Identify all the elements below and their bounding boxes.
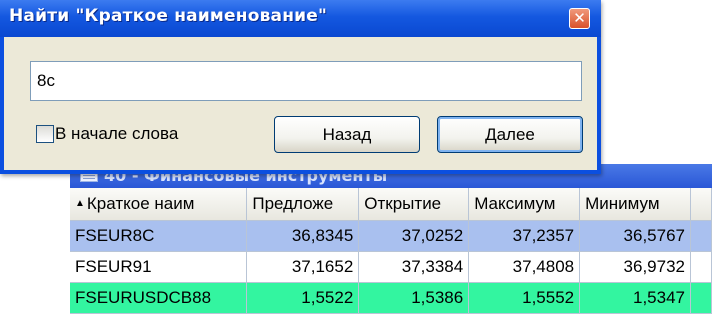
column-header-max[interactable]: Максимум — [468, 188, 581, 221]
cell-max: 37,2357 — [468, 220, 581, 252]
dialog-title: Найти "Краткое наименование" — [9, 6, 328, 26]
cell-min: 36,9732 — [579, 251, 691, 283]
close-button[interactable]: ✕ — [569, 8, 590, 29]
word-start-checkbox-label[interactable]: В начале слова — [55, 124, 178, 144]
word-start-checkbox[interactable] — [36, 125, 54, 143]
cell-short-name: FSEUR91 — [70, 251, 248, 283]
cell-extra — [690, 251, 712, 283]
table-row[interactable]: FSEURUSDCB88 1,5522 1,5386 1,5552 1,5347 — [70, 282, 712, 314]
cell-max: 37,4808 — [468, 251, 581, 283]
cell-short-name: FSEUR8C — [70, 220, 248, 252]
column-header-short-name[interactable]: Краткое наим — [70, 188, 248, 221]
column-header-bid[interactable]: Предложе — [246, 188, 360, 221]
cell-bid: 37,1652 — [246, 251, 360, 283]
close-icon: ✕ — [573, 9, 586, 27]
find-dialog: Найти "Краткое наименование" ✕ В начале … — [0, 0, 601, 174]
cell-bid: 36,8345 — [246, 220, 360, 252]
cell-short-name: FSEURUSDCB88 — [70, 282, 248, 314]
cell-min: 1,5347 — [579, 282, 691, 314]
cell-open: 1,5386 — [358, 282, 470, 314]
column-header-open[interactable]: Открытие — [358, 188, 470, 221]
search-input[interactable] — [30, 61, 582, 101]
instruments-table: Краткое наим Предложе Открытие Максимум … — [70, 188, 712, 314]
cell-max: 1,5552 — [468, 282, 581, 314]
cell-min: 36,5767 — [579, 220, 691, 252]
cell-bid: 1,5522 — [246, 282, 360, 314]
instruments-window: 40 - Финансовые инструменты Краткое наим… — [70, 150, 712, 314]
cell-open: 37,0252 — [358, 220, 470, 252]
dialog-titlebar[interactable]: Найти "Краткое наименование" ✕ — [0, 0, 601, 37]
table-row[interactable]: FSEUR8C 36,8345 37,0252 37,2357 36,5767 — [70, 220, 712, 252]
next-button[interactable]: Далее — [437, 116, 583, 153]
column-header-extra[interactable] — [690, 188, 712, 221]
table-row[interactable]: FSEUR91 37,1652 37,3384 37,4808 36,9732 — [70, 251, 712, 283]
cell-extra — [690, 220, 712, 252]
back-button[interactable]: Назад — [274, 116, 420, 153]
cell-open: 37,3384 — [358, 251, 470, 283]
column-header-min[interactable]: Минимум — [579, 188, 691, 221]
table-header-row: Краткое наим Предложе Открытие Максимум … — [70, 188, 712, 221]
cell-extra — [690, 282, 712, 314]
